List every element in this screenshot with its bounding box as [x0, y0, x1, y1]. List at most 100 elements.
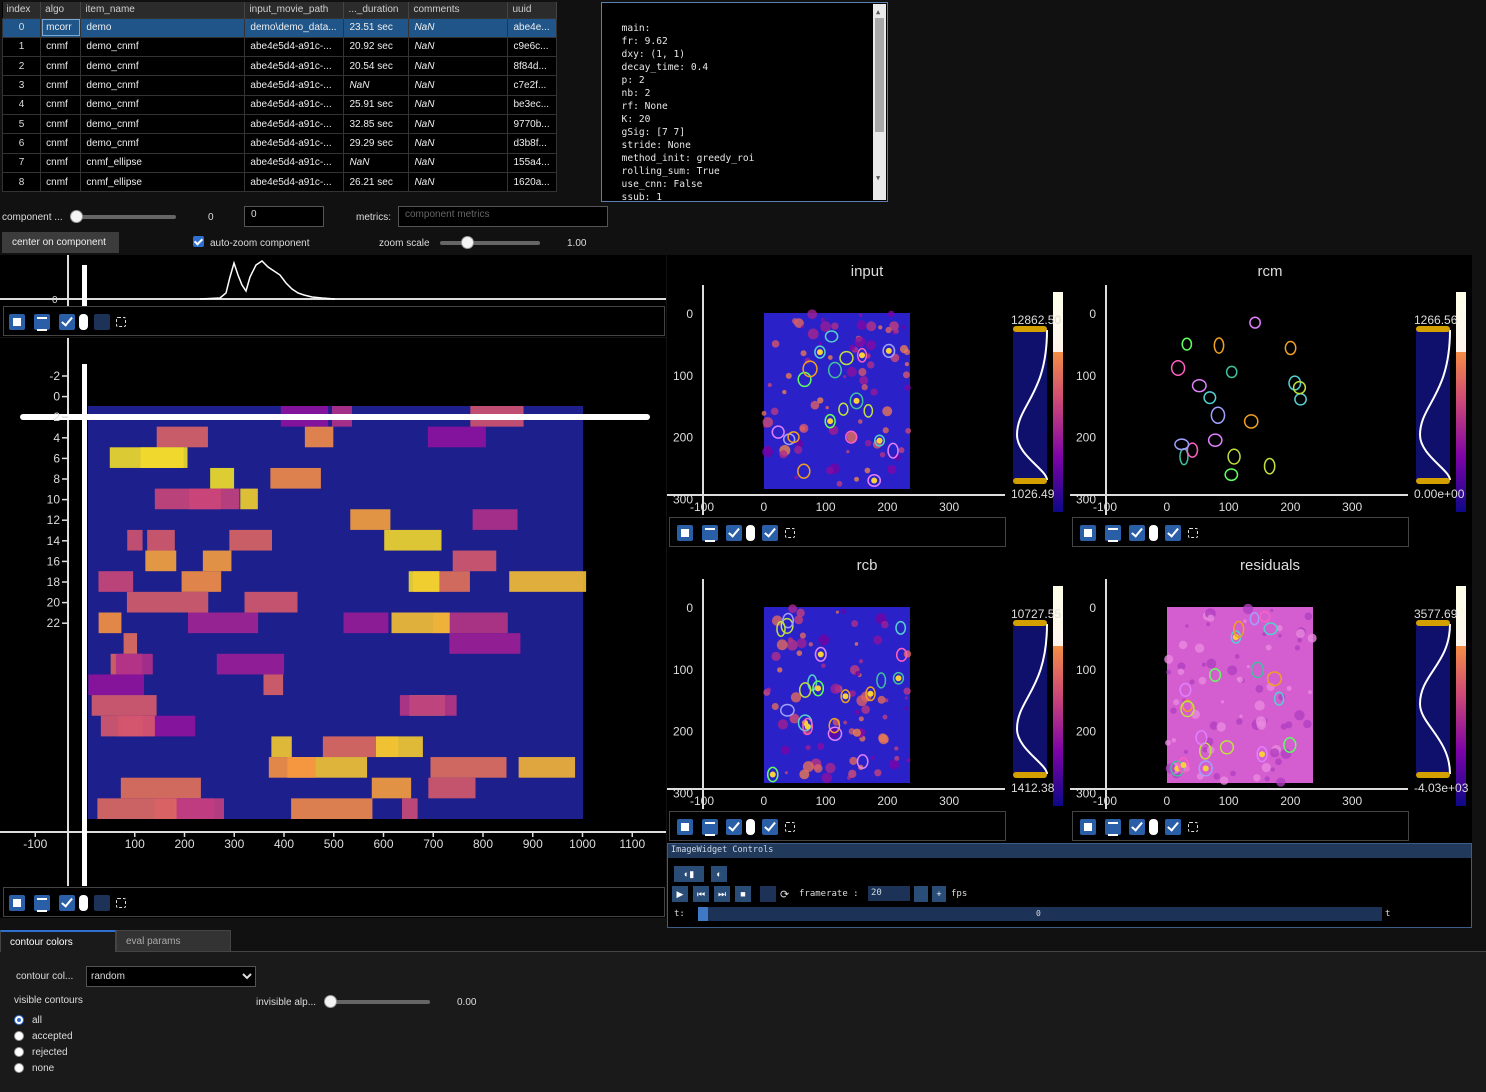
table-cell-uuid[interactable]: 8f84d... — [507, 56, 557, 77]
vmin-handle[interactable] — [1013, 772, 1047, 778]
table-cell-duration[interactable]: 29.29 sec — [343, 133, 410, 154]
contrast-icon[interactable]: ◐ — [711, 866, 727, 882]
table-cell-uuid[interactable]: d3b8f... — [507, 133, 557, 154]
table-cell-duration[interactable]: 32.85 sec — [343, 113, 410, 135]
table-cell-item-name[interactable]: demo_cnmf — [80, 113, 246, 135]
contour-color-select[interactable]: random — [86, 966, 256, 987]
auto-zoom-checkbox[interactable] — [193, 236, 204, 247]
table-row[interactable]: 8 cnmf cnmf_ellipse abe4e5d4-a91c-... 26.21 … — [1, 171, 557, 193]
table-row[interactable]: 2 cnmf demo_cnmf abe4e5d4-a91c-... 20.54 sec… — [1, 56, 557, 77]
table-cell-algo[interactable]: cnmf — [40, 75, 82, 96]
t-slider-grab[interactable] — [698, 907, 708, 921]
table-row[interactable]: 5 cnmf demo_cnmf abe4e5d4-a91c-... 32.85 sec… — [1, 113, 557, 135]
table-cell-input-movie-path[interactable]: abe4e5d4-a91c-... — [244, 171, 345, 193]
params-textarea[interactable]: main: fr: 9.62 dxy: (1, 1) decay_time: 0… — [601, 2, 888, 202]
table-cell-input-movie-path[interactable]: abe4e5d4-a91c-... — [244, 56, 345, 77]
table-cell-item-name[interactable]: cnmf_ellipse — [80, 171, 246, 193]
table-cell-duration[interactable]: 25.91 sec — [343, 94, 410, 115]
table-cell-index[interactable]: 4 — [1, 94, 42, 115]
table-cell-comments[interactable]: NaN — [408, 133, 509, 154]
component-cursor-line[interactable] — [20, 414, 650, 420]
table-cell-uuid[interactable]: abe4e... — [507, 17, 557, 38]
table-cell-algo[interactable]: cnmf — [40, 152, 82, 173]
table-row[interactable]: 6 cnmf demo_cnmf abe4e5d4-a91c-... 29.29 sec… — [1, 133, 557, 154]
table-cell-input-movie-path[interactable]: abe4e5d4-a91c-... — [244, 113, 345, 135]
loop-toggle[interactable] — [760, 886, 776, 902]
framerate-minus[interactable] — [914, 886, 928, 902]
heatmap-plot-panel[interactable]: -2 0 2 4 6 8 10 12 14 16 18 20 22 -100 100 200 300 400 500… — [0, 338, 666, 918]
mouse-icon[interactable] — [79, 895, 88, 911]
tab-eval-params[interactable]: eval params — [116, 930, 231, 952]
center-icon[interactable] — [1105, 819, 1121, 836]
table-cell-comments[interactable]: NaN — [408, 152, 509, 173]
radio-accepted[interactable] — [14, 1031, 24, 1041]
autoscale-icon[interactable] — [677, 525, 693, 541]
mouse-icon[interactable] — [746, 819, 755, 835]
table-cell-comments[interactable]: NaN — [408, 36, 509, 58]
table-cell-item-name[interactable]: cnmf_ellipse — [80, 152, 246, 173]
fullscreen-icon[interactable] — [116, 317, 126, 327]
table-cell-uuid[interactable]: 1620a... — [507, 171, 557, 193]
autoscale-icon[interactable] — [9, 895, 25, 911]
column-header[interactable]: comments — [408, 2, 509, 18]
table-cell-index[interactable]: 6 — [1, 133, 42, 154]
image-plot[interactable]: rcb0100200300-100 0 100 200 30010727.551412.… — [667, 549, 1069, 809]
maintain-aspect-icon[interactable] — [1129, 819, 1145, 835]
image-subplot-input[interactable]: input 0 100 200 300 -100 0 100 200 300 12862.50 102… — [667, 255, 1069, 549]
table-cell-duration[interactable]: 20.92 sec — [343, 36, 410, 58]
table-cell-duration[interactable]: 26.21 sec — [343, 171, 410, 193]
table-cell-input-movie-path[interactable]: abe4e5d4-a91c-... — [244, 36, 345, 58]
maintain-aspect-icon[interactable] — [726, 819, 742, 835]
component-slider-knob[interactable] — [70, 210, 83, 223]
table-cell-comments[interactable]: NaN — [408, 171, 509, 193]
center-icon[interactable] — [702, 525, 718, 542]
column-header[interactable]: uuid — [507, 2, 557, 18]
fullscreen-icon[interactable] — [1188, 528, 1198, 538]
table-cell-item-name[interactable]: demo_cnmf — [80, 56, 246, 77]
flip-icon[interactable] — [94, 895, 110, 911]
table-cell-duration[interactable]: 20.54 sec — [343, 56, 410, 77]
center-icon[interactable] — [702, 819, 718, 836]
center-on-component-button[interactable]: center on component — [2, 232, 119, 253]
fullscreen-icon[interactable] — [785, 528, 795, 538]
mouse-icon[interactable] — [1149, 525, 1158, 541]
flip-icon[interactable] — [1165, 525, 1181, 541]
table-cell-input-movie-path[interactable]: demo\demo_data... — [244, 17, 345, 38]
mouse-icon[interactable] — [79, 314, 88, 330]
image-subplot-rcb[interactable]: rcb 0 100 200 300 -100 0 100 200 300 10727.55 1412.… — [667, 549, 1069, 843]
image-subplot-rcm[interactable]: rcm 0 100 200 300 -100 0 100 200 300 1266.56 0.00e+… — [1070, 255, 1472, 549]
fullscreen-icon[interactable] — [1188, 822, 1198, 832]
table-cell-input-movie-path[interactable]: abe4e5d4-a91c-... — [244, 94, 345, 115]
fullscreen-icon[interactable] — [116, 898, 126, 908]
play-icon[interactable]: ▶ — [672, 886, 688, 902]
framerate-plus[interactable]: + — [932, 886, 946, 902]
table-row[interactable]: 4 cnmf demo_cnmf abe4e5d4-a91c-... 25.91 sec… — [1, 94, 557, 115]
table-cell-input-movie-path[interactable]: abe4e5d4-a91c-... — [244, 152, 345, 173]
flip-icon[interactable] — [1165, 819, 1181, 835]
table-cell-uuid[interactable]: 155a4... — [507, 152, 557, 173]
image-grid[interactable]: input 0 100 200 300 -100 0 100 200 300 12862.50 102… — [667, 255, 1472, 843]
image-plot[interactable]: input0100200300-100 0 100 200 30012862.50102… — [667, 255, 1069, 515]
heatmap-plot[interactable]: -2 0 2 4 6 8 10 12 14 16 18 20 22 -100 100 200 300 400 500… — [0, 338, 666, 886]
table-cell-input-movie-path[interactable]: abe4e5d4-a91c-... — [244, 133, 345, 154]
autoscale-icon[interactable] — [1080, 525, 1096, 541]
zoom-scale-slider[interactable] — [440, 241, 540, 245]
table-cell-comments[interactable]: NaN — [408, 113, 509, 135]
refresh-icon[interactable]: ⟳ — [780, 888, 789, 901]
invisible-alpha-slider-knob[interactable] — [324, 995, 337, 1008]
vmin-handle[interactable] — [1416, 772, 1450, 778]
table-cell-algo[interactable]: cnmf — [40, 36, 82, 58]
table-cell-index[interactable]: 2 — [1, 56, 42, 77]
table-cell-algo[interactable]: cnmf — [40, 113, 82, 135]
params-scrollbar[interactable]: ▲ ▼ — [873, 4, 886, 200]
center-icon[interactable] — [34, 314, 50, 331]
step-back-icon[interactable]: ⏮ — [693, 886, 709, 902]
table-cell-input-movie-path[interactable]: abe4e5d4-a91c-... — [244, 75, 345, 96]
table-cell-comments[interactable]: NaN — [408, 94, 509, 115]
table-cell-uuid[interactable]: c9e6c... — [507, 36, 557, 58]
fullscreen-icon[interactable] — [785, 822, 795, 832]
vmin-handle[interactable] — [1416, 478, 1450, 484]
component-input[interactable]: 0 — [244, 206, 324, 227]
table-cell-index[interactable]: 7 — [1, 152, 42, 173]
center-icon[interactable] — [1105, 525, 1121, 542]
